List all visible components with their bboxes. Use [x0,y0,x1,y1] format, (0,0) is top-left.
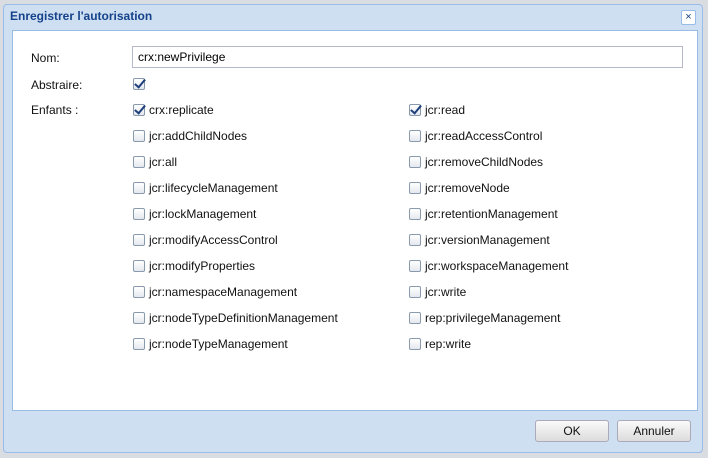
child-privilege-checkbox[interactable]: jcr:all [133,155,177,169]
child-privilege-checkbox[interactable]: jcr:removeChildNodes [409,155,543,169]
checkbox-box[interactable] [133,234,145,246]
checkbox-label: jcr:lockManagement [149,207,257,221]
checkbox-box[interactable] [133,312,145,324]
child-privilege-checkbox[interactable]: jcr:versionManagement [409,233,550,247]
child-privilege-checkbox[interactable]: rep:write [409,337,471,351]
checkbox-label: jcr:all [149,155,178,169]
checkbox-box[interactable] [409,156,421,168]
abstract-label: Abstraire: [31,78,83,92]
checkbox-box[interactable] [133,78,145,90]
checkbox-box[interactable] [133,156,145,168]
child-privilege-checkbox[interactable]: jcr:readAccessControl [409,129,542,143]
child-privilege-checkbox[interactable]: jcr:lockManagement [133,207,256,221]
child-privilege-checkbox[interactable]: jcr:nodeTypeDefinitionManagement [133,311,338,325]
checkbox-box[interactable] [409,104,421,116]
checkbox-box[interactable] [409,338,421,350]
checkbox-box[interactable] [133,208,145,220]
checkbox-label: crx:replicate [149,103,214,117]
register-privilege-dialog: Enregistrer l'autorisation × Nom: Abstra… [3,4,703,453]
checkbox-box[interactable] [409,130,421,142]
child-privilege-checkbox[interactable]: jcr:write [409,285,466,299]
checkbox-label: jcr:versionManagement [425,233,550,247]
child-privilege-checkbox[interactable]: jcr:nodeTypeManagement [133,337,288,351]
checkbox-label: jcr:retentionManagement [425,207,558,221]
checkbox-box[interactable] [409,312,421,324]
name-label: Nom: [31,51,60,65]
child-privilege-checkbox[interactable]: jcr:retentionManagement [409,207,558,221]
checkbox-box[interactable] [409,286,421,298]
ok-button[interactable]: OK [535,420,609,442]
checkbox-label: rep:privilegeManagement [425,311,561,325]
child-privilege-checkbox[interactable]: jcr:read [409,103,465,117]
checkbox-label: jcr:addChildNodes [149,129,248,143]
child-privilege-checkbox[interactable]: jcr:modifyAccessControl [133,233,278,247]
checkbox-label: jcr:workspaceManagement [425,259,569,273]
checkbox-label: jcr:nodeTypeDefinitionManagement [149,311,338,325]
dialog-title: Enregistrer l'autorisation [10,9,153,23]
child-privilege-checkbox[interactable]: jcr:modifyProperties [133,259,255,273]
checkbox-box[interactable] [133,104,145,116]
checkbox-box[interactable] [133,338,145,350]
checkbox-label: jcr:nodeTypeManagement [149,337,288,351]
child-privilege-checkbox[interactable]: rep:privilegeManagement [409,311,560,325]
checkbox-box[interactable] [133,260,145,272]
checkbox-label: jcr:removeChildNodes [425,155,544,169]
checkbox-box[interactable] [409,182,421,194]
name-input[interactable] [132,46,683,68]
checkbox-label: jcr:removeNode [425,181,510,195]
checkbox-label: jcr:lifecycleManagement [149,181,278,195]
child-privilege-checkbox[interactable]: jcr:lifecycleManagement [133,181,278,195]
checkbox-box[interactable] [133,182,145,194]
child-privilege-checkbox[interactable]: jcr:namespaceManagement [133,285,297,299]
checkbox-box[interactable] [409,208,421,220]
close-icon[interactable]: × [681,10,696,25]
checkbox-label: rep:write [425,337,472,351]
children-label: Enfants : [31,103,79,117]
abstract-checkbox[interactable] [133,78,145,90]
cancel-button[interactable]: Annuler [617,420,691,442]
checkbox-box[interactable] [133,130,145,142]
checkbox-label: jcr:modifyAccessControl [149,233,278,247]
child-privilege-checkbox[interactable]: jcr:removeNode [409,181,510,195]
checkbox-box[interactable] [409,234,421,246]
checkbox-label: jcr:write [425,285,467,299]
child-privilege-checkbox[interactable]: jcr:workspaceManagement [409,259,568,273]
checkbox-label: jcr:modifyProperties [149,259,256,273]
checkbox-label: jcr:namespaceManagement [149,285,298,299]
child-privilege-checkbox[interactable]: jcr:addChildNodes [133,129,247,143]
child-privilege-checkbox[interactable]: crx:replicate [133,103,214,117]
checkbox-box[interactable] [409,260,421,272]
checkbox-box[interactable] [133,286,145,298]
form-panel: Nom: Abstraire: Enfants : crx:replicate j… [12,30,698,411]
checkbox-label: jcr:read [425,103,466,117]
checkbox-label: jcr:readAccessControl [425,129,543,143]
